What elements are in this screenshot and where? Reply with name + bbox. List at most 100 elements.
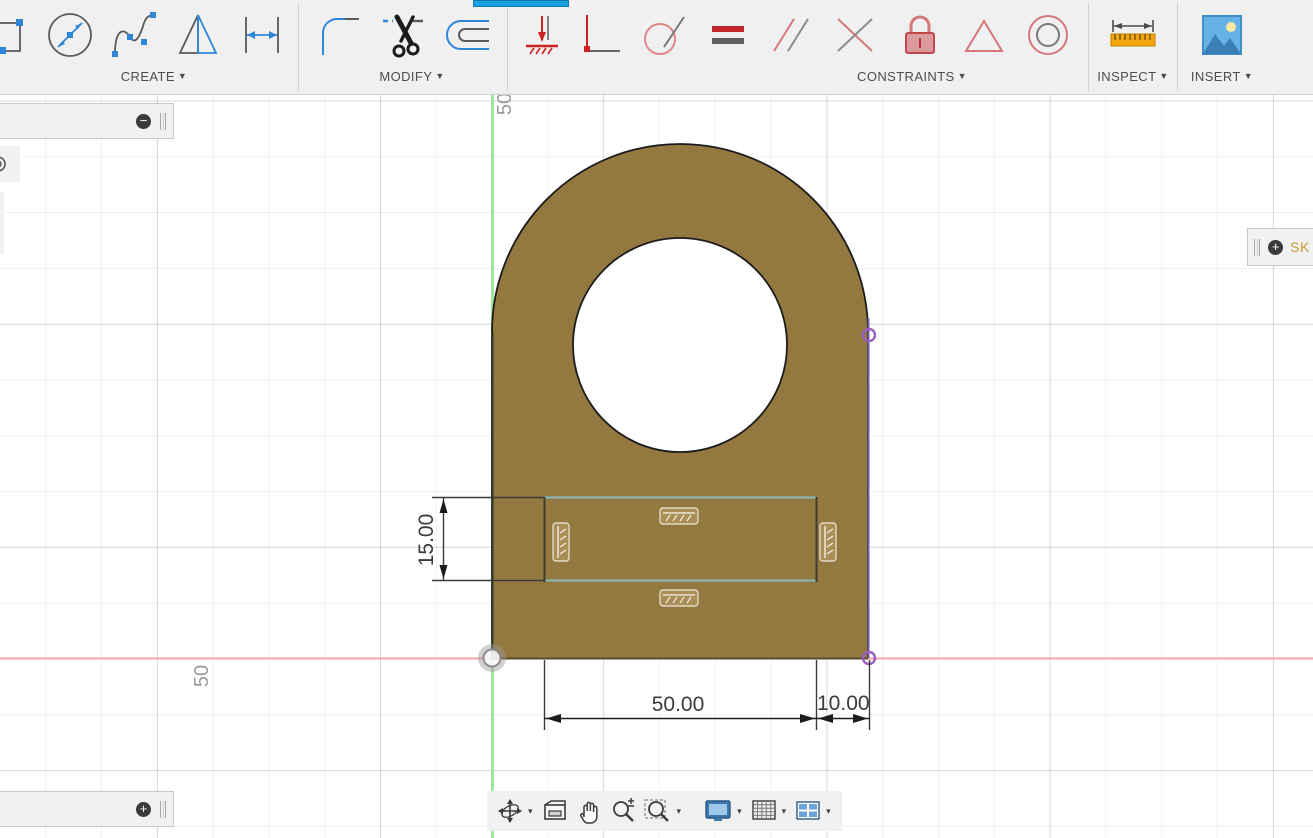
inspect-menu-label[interactable]: INSPECT ▼: [1097, 68, 1169, 90]
origin-point[interactable]: [478, 644, 506, 672]
horizontal-vertical-icon: [526, 16, 558, 55]
browser-resize-grip[interactable]: [160, 112, 167, 130]
parallel-icon: [773, 18, 809, 52]
horizontal-vertical-constraint[interactable]: [516, 3, 568, 67]
concentric-icon: [1028, 15, 1068, 55]
offset-icon: [446, 20, 489, 50]
width-dimension-text[interactable]: 50.00: [652, 693, 705, 716]
fix-unfix-constraint[interactable]: [888, 3, 952, 67]
trim-tool[interactable]: [371, 3, 435, 67]
browser-panel-header[interactable]: −: [0, 103, 174, 139]
circle-hole-fill[interactable]: [573, 238, 787, 452]
mirror-tool[interactable]: [166, 3, 230, 67]
symmetry-constraint[interactable]: [952, 3, 1016, 67]
horizontal-constraint-marker[interactable]: [659, 589, 699, 607]
vertical-constraint-marker[interactable]: [819, 522, 837, 562]
spline-tool[interactable]: [102, 3, 166, 67]
grid-icon: [751, 800, 776, 820]
sketch-toolbar[interactable]: CREATE ▼ MODIFY ▼ CONSTRAINTS ▼ INSPECT …: [0, 0, 1313, 95]
spline-icon: [112, 12, 156, 57]
parallel-constraint[interactable]: [760, 3, 824, 67]
measure-tool[interactable]: [1097, 3, 1169, 67]
browser-expand-button[interactable]: +: [136, 801, 151, 817]
concentric-constraint[interactable]: [1016, 3, 1080, 67]
circle-icon: [48, 13, 92, 57]
insert-image-tool[interactable]: [1186, 3, 1258, 67]
browser-node-icon-stub[interactable]: [0, 146, 20, 182]
rectangle-icon: [0, 19, 23, 54]
sketch-dimension-tool[interactable]: [230, 3, 294, 67]
modify-menu-label[interactable]: MODIFY ▼: [307, 68, 499, 90]
chevron-down-icon: ▼: [177, 71, 188, 81]
grid-snaps-button[interactable]: [747, 794, 781, 828]
sketch-palette-resize-grip[interactable]: [1254, 238, 1262, 256]
toolbar-group-modify: MODIFY ▼: [307, 0, 499, 95]
circle-tool[interactable]: [38, 3, 102, 67]
pan-button[interactable]: [572, 794, 606, 828]
measure-icon: [1110, 20, 1156, 47]
orbit-dropdown-caret[interactable]: ▾: [527, 806, 538, 817]
insert-menu-text: INSERT: [1190, 69, 1241, 84]
horizontal-axis-label: 50: [191, 665, 213, 687]
orbit-button[interactable]: [493, 794, 527, 828]
sketch-palette-expand-button[interactable]: +: [1268, 239, 1284, 255]
look-at-icon: [543, 800, 566, 820]
create-menu-text: CREATE: [120, 69, 175, 84]
perpendicular-constraint[interactable]: [568, 3, 632, 67]
vertical-constraint-marker[interactable]: [552, 522, 570, 562]
eye-icon: [0, 156, 6, 172]
browser-collapse-button[interactable]: −: [136, 113, 151, 129]
midpoint-constraint[interactable]: [824, 3, 888, 67]
inspect-menu-text: INSPECT: [1097, 69, 1157, 84]
viewports-dropdown-caret[interactable]: ▾: [825, 806, 836, 817]
viewports-button[interactable]: [791, 794, 825, 828]
toolbar-separator: [1177, 3, 1178, 91]
fillet-icon: [322, 18, 359, 55]
toolbar-group-inspect: INSPECT ▼: [1097, 0, 1169, 95]
browser-panel-footer[interactable]: +: [0, 791, 174, 827]
toolbar-group-constraints: CONSTRAINTS ▼: [516, 0, 1080, 95]
midpoint-icon: [837, 18, 873, 52]
width-dimension[interactable]: 50.00: [543, 660, 818, 730]
toolbar-group-insert: INSERT ▼: [1186, 0, 1258, 95]
create-menu-label[interactable]: CREATE ▼: [0, 68, 294, 90]
orbit-icon: [498, 799, 522, 823]
view-navigation-bar[interactable]: ▾ ▾ ▾ ▾ ▾: [487, 791, 842, 831]
perpendicular-icon: [584, 15, 620, 52]
hand-icon: [579, 801, 598, 824]
display-settings-dropdown-caret[interactable]: ▾: [736, 806, 747, 817]
look-at-button[interactable]: [538, 794, 572, 828]
offset-dimension[interactable]: 10.00: [817, 660, 871, 730]
toolbar-separator: [1088, 3, 1089, 91]
browser-footer-resize-grip[interactable]: [160, 800, 167, 818]
equal-constraint[interactable]: [696, 3, 760, 67]
dimension-icon: [245, 17, 279, 53]
magnifier-plusminus-icon: [612, 798, 634, 822]
toolbar-separator: [298, 3, 299, 91]
fillet-tool[interactable]: [307, 3, 371, 67]
lock-icon: [905, 15, 935, 54]
offset-dimension-text[interactable]: 10.00: [817, 692, 870, 715]
offset-tool[interactable]: [435, 3, 499, 67]
constraints-menu-label[interactable]: CONSTRAINTS ▼: [516, 68, 1080, 90]
display-settings-button[interactable]: [700, 794, 736, 828]
zoom-window-dropdown-caret[interactable]: ▾: [676, 806, 687, 817]
active-tab-indicator: [473, 0, 569, 7]
tangent-constraint[interactable]: [632, 3, 696, 67]
mirror-icon: [178, 14, 218, 54]
grid-snaps-dropdown-caret[interactable]: ▾: [781, 806, 792, 817]
tangent-icon: [644, 16, 685, 55]
sketch-palette-panel[interactable]: + SK: [1247, 228, 1313, 266]
height-dimension-text[interactable]: 15.00: [415, 514, 438, 567]
chevron-down-icon: ▼: [1243, 71, 1254, 81]
zoom-window-button[interactable]: [640, 794, 676, 828]
toolbar-separator: [507, 3, 508, 91]
browser-panel-strip: [0, 192, 4, 254]
insert-menu-label[interactable]: INSERT ▼: [1186, 68, 1258, 90]
chevron-down-icon: ▼: [957, 71, 967, 81]
equal-icon: [712, 26, 744, 44]
zoom-button[interactable]: [606, 794, 640, 828]
fusion-sketch-window: 15.00 50.00 10.00 50 50 − + + SK ▾ ▾ ▾ ▾…: [0, 0, 1313, 838]
rectangle-tool[interactable]: [0, 3, 38, 67]
horizontal-constraint-marker[interactable]: [659, 507, 699, 525]
